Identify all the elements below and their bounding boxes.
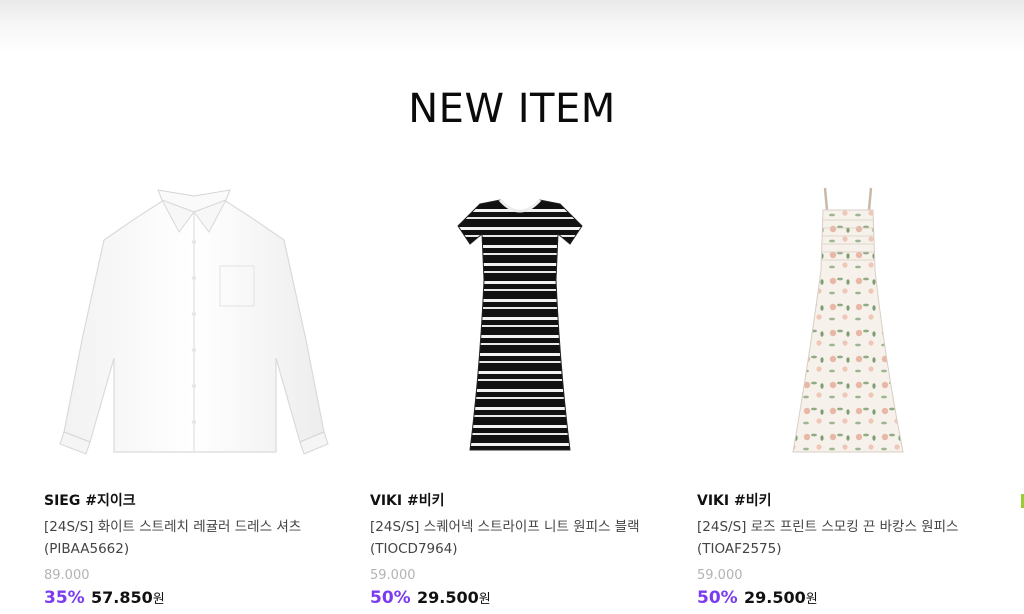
- product-name[interactable]: [24S/S] 로즈 프린트 스모킹 끈 바캉스 원피스 (TIOAF2575): [697, 516, 997, 560]
- product-image-floral-dress[interactable]: [697, 170, 997, 470]
- product-name-line[interactable]: [24S/S] 화이트 스트레치 레귤러 드레스 셔츠: [44, 516, 344, 538]
- product-brand[interactable]: VIKI #비키: [697, 490, 771, 510]
- original-price: 59.000: [370, 568, 416, 583]
- product-brand[interactable]: SIEG #지이크: [44, 490, 136, 510]
- sale-price: 29.500원: [417, 588, 491, 607]
- product-name[interactable]: [24S/S] 화이트 스트레치 레귤러 드레스 셔츠 (PIBAA5662): [44, 516, 344, 560]
- discount-rate: 35%: [44, 588, 85, 608]
- original-price: 59.000: [697, 568, 743, 583]
- product-code[interactable]: (TIOCD7964): [370, 538, 670, 560]
- product-card[interactable]: VIKI #비키 [24S/S] 스퀘어넥 스트라이프 니트 원피스 블랙 (T…: [370, 170, 670, 614]
- product-name-line[interactable]: [24S/S] 로즈 프린트 스모킹 끈 바캉스 원피스: [697, 516, 997, 538]
- sale-price-value: 57.850: [91, 588, 153, 607]
- sale-price-value: 29.500: [744, 588, 806, 607]
- product-image-white-shirt[interactable]: [44, 170, 344, 470]
- header-shadow: [0, 0, 1024, 52]
- sale-price-value: 29.500: [417, 588, 479, 607]
- product-name-line[interactable]: [24S/S] 스퀘어넥 스트라이프 니트 원피스 블랙: [370, 516, 670, 538]
- currency-unit: 원: [152, 592, 165, 607]
- product-code[interactable]: (PIBAA5662): [44, 538, 344, 560]
- sale-price: 57.850원: [91, 588, 165, 607]
- currency-unit: 원: [478, 592, 491, 607]
- original-price: 89.000: [44, 568, 90, 583]
- sale-price: 29.500원: [744, 588, 818, 607]
- product-brand[interactable]: VIKI #비키: [370, 490, 444, 510]
- discount-rate: 50%: [697, 588, 738, 608]
- section-title: NEW ITEM: [408, 86, 616, 132]
- discount-rate: 50%: [370, 588, 411, 608]
- product-card[interactable]: VIKI #비키 [24S/S] 로즈 프린트 스모킹 끈 바캉스 원피스 (T…: [697, 170, 997, 614]
- product-name[interactable]: [24S/S] 스퀘어넥 스트라이프 니트 원피스 블랙 (TIOCD7964): [370, 516, 670, 560]
- product-code[interactable]: (TIOAF2575): [697, 538, 997, 560]
- product-card[interactable]: SIEG #지이크 [24S/S] 화이트 스트레치 레귤러 드레스 셔츠 (P…: [44, 170, 344, 614]
- currency-unit: 원: [805, 592, 818, 607]
- product-image-striped-dress[interactable]: [370, 170, 670, 470]
